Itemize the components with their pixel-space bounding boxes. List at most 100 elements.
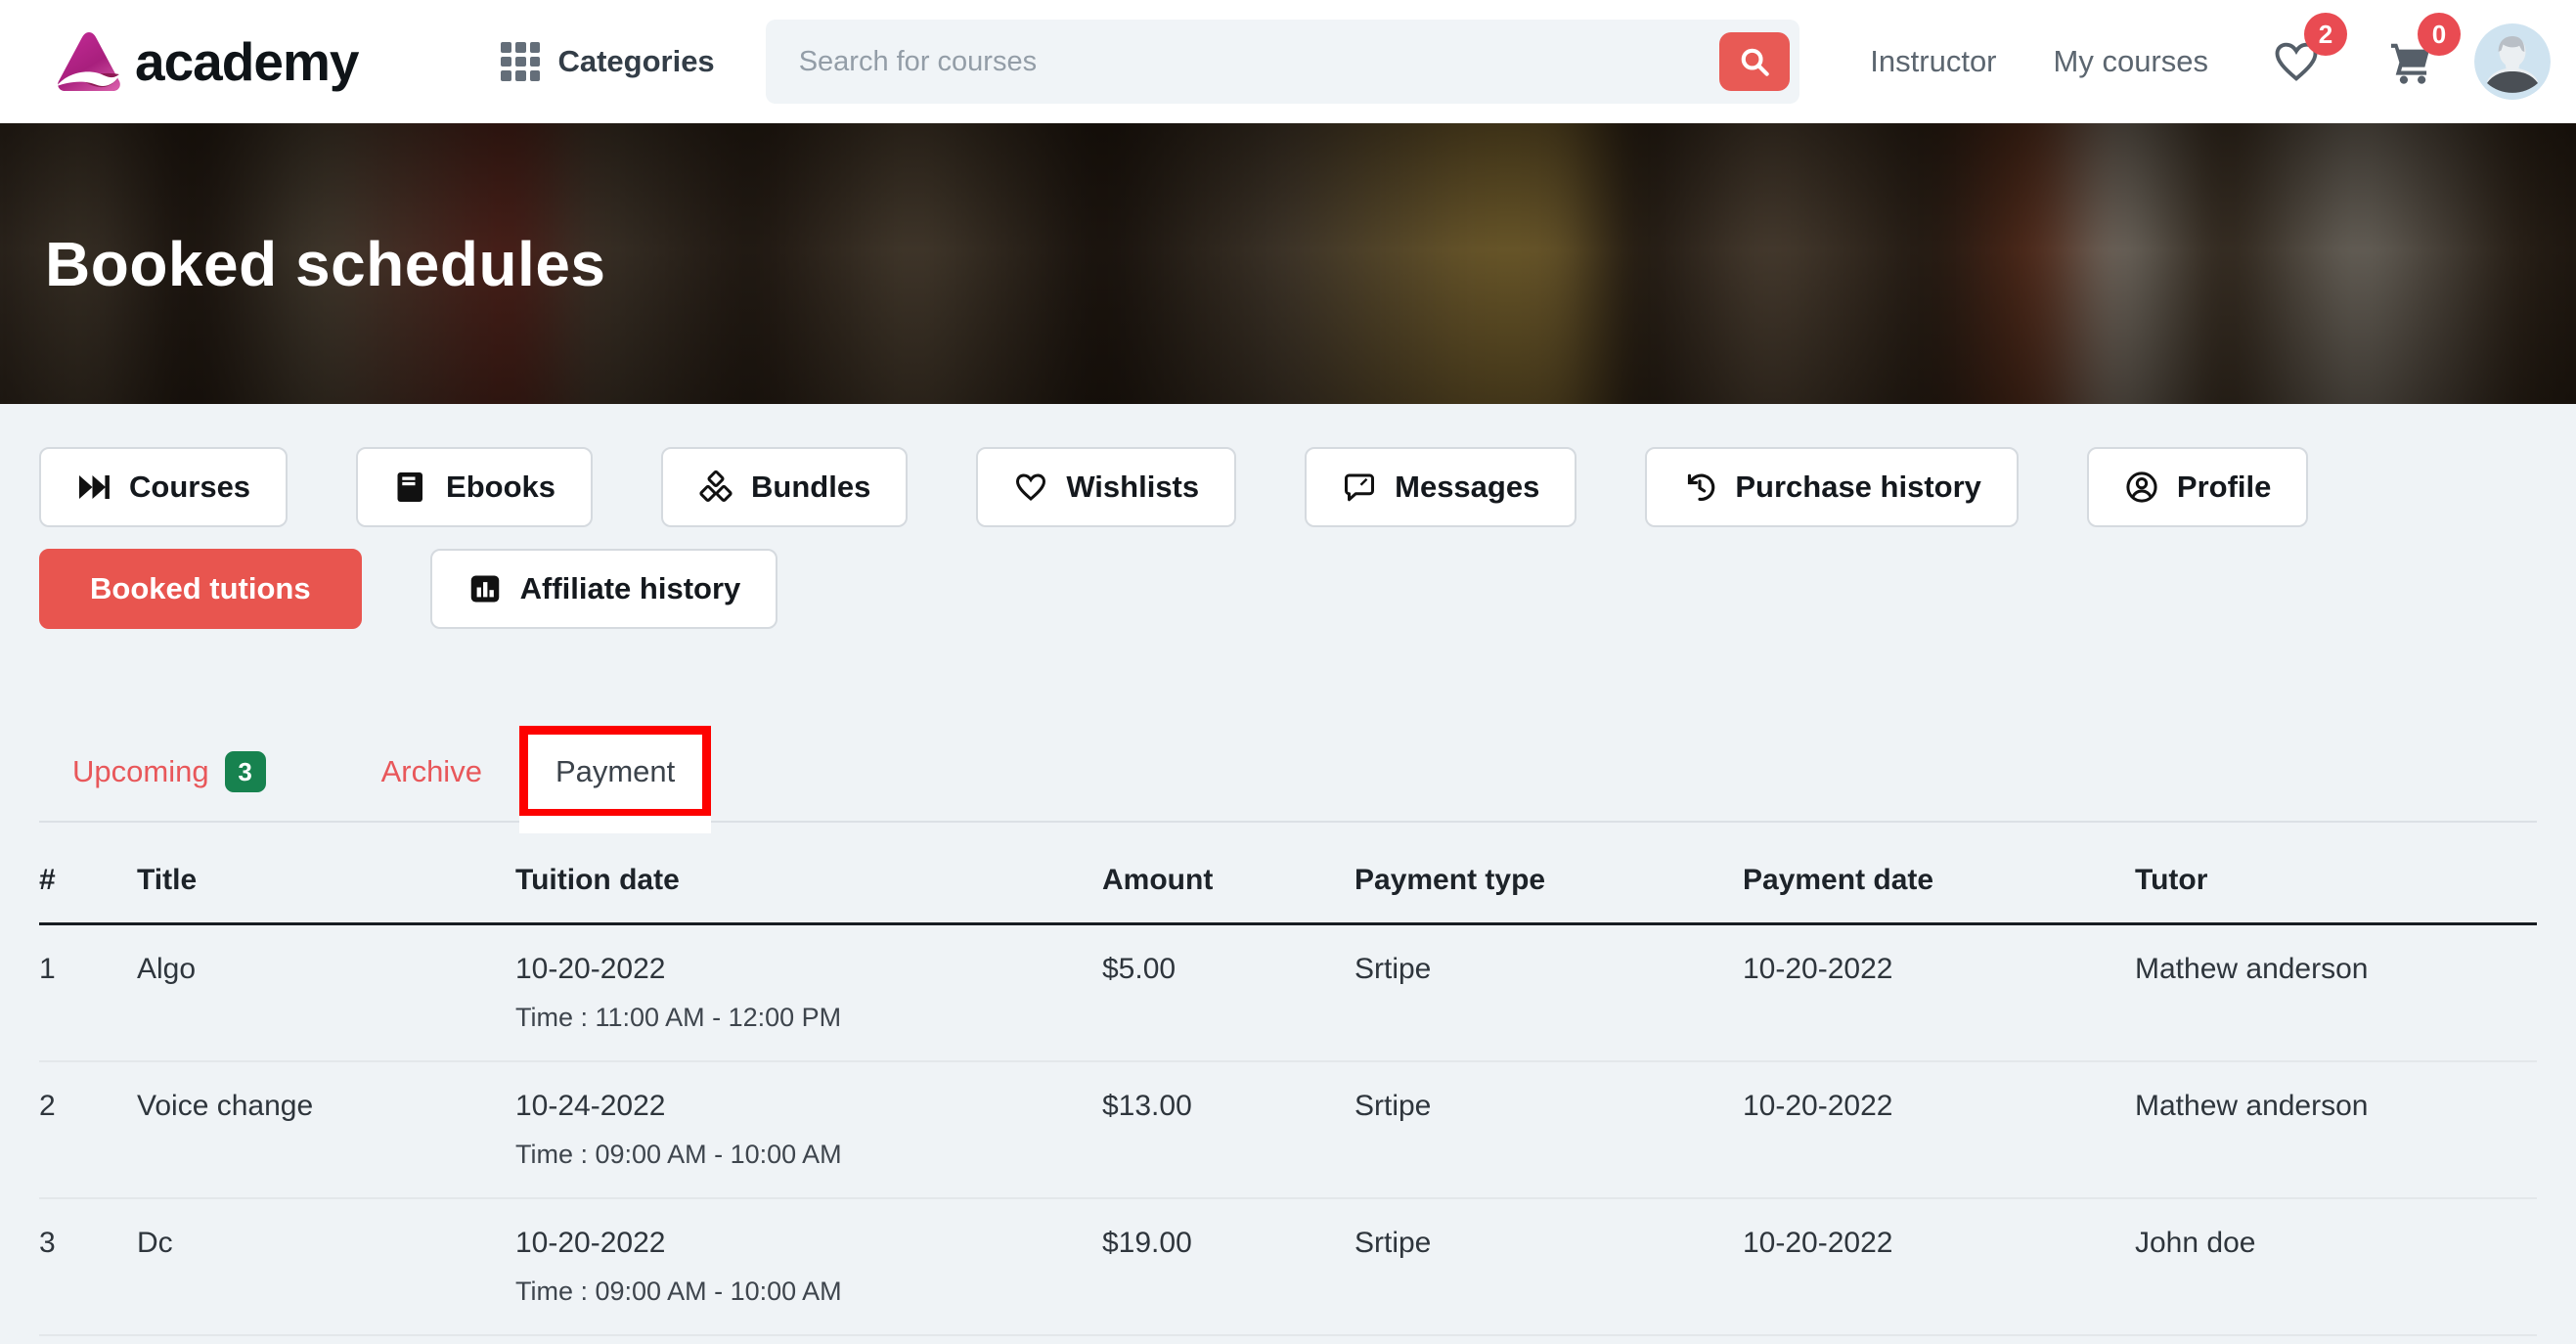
menu-button-label: Messages xyxy=(1395,470,1540,504)
menu-button-label: Booked tutions xyxy=(90,571,311,605)
tuition-time: Time : 09:00 AM - 10:00 AM xyxy=(515,1277,842,1306)
booked-schedules-page: academy Categories Instructor My courses… xyxy=(0,0,2576,1344)
menu-button-label: Affiliate history xyxy=(519,571,741,605)
cart-count-badge: 0 xyxy=(2418,13,2461,56)
brand-name: academy xyxy=(135,31,359,92)
book-icon xyxy=(397,472,423,502)
tuition-time: Time : 11:00 AM - 12:00 PM xyxy=(515,1003,842,1032)
table-row: 1 Algo 10-20-2022 Time : 11:00 AM - 12:0… xyxy=(39,923,2537,1062)
cell-index: 1 xyxy=(39,923,137,1062)
cell-amount: $13.00 xyxy=(1102,1061,1355,1199)
upcoming-count-badge: 3 xyxy=(224,751,266,792)
cell-payment-type: Srtipe xyxy=(1355,1061,1743,1199)
cell-index: 3 xyxy=(39,1198,137,1336)
click-highlight-annotation: Payment xyxy=(518,726,712,833)
menu-button-label: Courses xyxy=(129,470,251,504)
menu-button-purchase-history[interactable]: Purchase history xyxy=(1645,447,2019,527)
col-header-payment-type: Payment type xyxy=(1355,823,1743,925)
cell-tutor: Mathew anderson xyxy=(2135,923,2537,1062)
history-clock-icon xyxy=(1688,473,1715,501)
tab-payment-label: Payment xyxy=(555,754,676,788)
menu-button-ebooks[interactable]: Ebooks xyxy=(356,447,594,527)
academy-logo[interactable]: academy xyxy=(55,30,359,93)
page-title: Booked schedules xyxy=(45,228,606,299)
menu-button-courses[interactable]: Courses xyxy=(39,447,289,527)
table-row: 3 Dc 10-20-2022 Time : 09:00 AM - 10:00 … xyxy=(39,1198,2537,1336)
cell-tuition-date: 10-20-2022 Time : 11:00 AM - 12:00 PM xyxy=(515,923,1102,1062)
bundles-cubes-icon xyxy=(699,470,733,502)
search-icon xyxy=(1741,48,1770,76)
wishlist-button[interactable]: 2 xyxy=(2271,13,2347,87)
user-avatar[interactable] xyxy=(2474,23,2551,100)
menu-button-profile[interactable]: Profile xyxy=(2086,447,2309,527)
person-circle-icon xyxy=(2126,471,2157,503)
menu-button-label: Ebooks xyxy=(446,470,556,504)
table-header-row: # Title Tuition date Amount Payment type… xyxy=(39,823,2537,925)
tab-archive[interactable]: Archive xyxy=(381,754,482,789)
cell-payment-date: 10-20-2022 xyxy=(1743,1198,2135,1336)
menu-button-label: Bundles xyxy=(751,470,871,504)
cell-tuition-date: 10-24-2022 Time : 09:00 AM - 10:00 AM xyxy=(515,1061,1102,1199)
menu-button-affiliate-history[interactable]: Affiliate history xyxy=(429,549,778,629)
menu-button-messages[interactable]: Messages xyxy=(1305,447,1577,527)
cell-payment-date: 10-20-2022 xyxy=(1743,1061,2135,1199)
categories-label: Categories xyxy=(557,44,715,78)
cell-index: 2 xyxy=(39,1061,137,1199)
cell-tuition-date: 10-20-2022 Time : 09:00 AM - 10:00 AM xyxy=(515,1198,1102,1336)
avatar-image xyxy=(2474,23,2551,100)
col-header-amount: Amount xyxy=(1102,823,1355,925)
cell-amount: $19.00 xyxy=(1102,1198,1355,1336)
chat-bubble-icon xyxy=(1345,473,1375,502)
menu-button-wishlists[interactable]: Wishlists xyxy=(976,447,1237,527)
col-header-title: Title xyxy=(137,823,515,925)
top-navbar: academy Categories Instructor My courses… xyxy=(0,0,2576,123)
cell-payment-type: Srtipe xyxy=(1355,923,1743,1062)
cell-amount: $5.00 xyxy=(1102,923,1355,1062)
col-header-index: # xyxy=(39,823,137,925)
account-menu-row-1: Courses Ebooks Bundles Wishlists Message… xyxy=(39,447,2537,527)
categories-menu-button[interactable]: Categories xyxy=(501,42,715,81)
tab-archive-label: Archive xyxy=(380,754,482,788)
cell-tutor: John doe xyxy=(2135,1198,2537,1336)
academy-logo-icon xyxy=(57,32,120,91)
tuition-date: 10-20-2022 xyxy=(515,1227,666,1259)
tab-payment[interactable]: Payment xyxy=(528,735,702,809)
search-button[interactable] xyxy=(1719,32,1791,91)
skip-forward-icon xyxy=(79,475,110,499)
page-hero-banner: Booked schedules xyxy=(0,123,2576,404)
navbar-links: Instructor My courses 2 0 xyxy=(1870,13,2551,100)
tuition-time: Time : 09:00 AM - 10:00 AM xyxy=(515,1140,842,1169)
bar-chart-icon xyxy=(470,575,499,603)
menu-button-label: Wishlists xyxy=(1066,470,1200,504)
menu-button-bundles[interactable]: Bundles xyxy=(661,447,909,527)
nav-link-instructor[interactable]: Instructor xyxy=(1870,44,1996,79)
main-content: Courses Ebooks Bundles Wishlists Message… xyxy=(0,447,2576,1336)
wishlist-count-badge: 2 xyxy=(2304,13,2347,56)
col-header-tutor: Tutor xyxy=(2135,823,2537,925)
search-input[interactable] xyxy=(765,20,1800,104)
tab-upcoming-label: Upcoming xyxy=(72,754,209,788)
heart-outline-icon xyxy=(1016,473,1046,501)
schedule-tabs: Upcoming 3 Archive Payment xyxy=(39,723,2537,833)
cell-payment-type: Srtipe xyxy=(1355,1198,1743,1336)
cell-title: Algo xyxy=(137,923,515,1062)
account-menu-row-2: Booked tutions Affiliate history xyxy=(39,549,2537,629)
tuition-date: 10-24-2022 xyxy=(515,1090,666,1122)
nav-link-my-courses[interactable]: My courses xyxy=(2054,44,2208,79)
cart-button[interactable]: 0 xyxy=(2384,13,2461,87)
col-header-tuition-date: Tuition date xyxy=(515,823,1102,925)
cell-title: Dc xyxy=(137,1198,515,1336)
cell-payment-date: 10-20-2022 xyxy=(1743,923,2135,1062)
grid-icon xyxy=(501,42,541,81)
menu-button-label: Profile xyxy=(2176,470,2272,504)
col-header-payment-date: Payment date xyxy=(1743,823,2135,925)
payments-table: # Title Tuition date Amount Payment type… xyxy=(39,823,2537,1336)
cell-title: Voice change xyxy=(137,1061,515,1199)
tuition-date: 10-20-2022 xyxy=(515,953,666,985)
menu-button-booked-tutions[interactable]: Booked tutions xyxy=(39,549,362,629)
cell-tutor: Mathew anderson xyxy=(2135,1061,2537,1199)
menu-button-label: Purchase history xyxy=(1735,470,1981,504)
course-search-bar xyxy=(765,20,1800,104)
tab-upcoming[interactable]: Upcoming 3 xyxy=(72,751,266,792)
table-row: 2 Voice change 10-24-2022 Time : 09:00 A… xyxy=(39,1061,2537,1199)
